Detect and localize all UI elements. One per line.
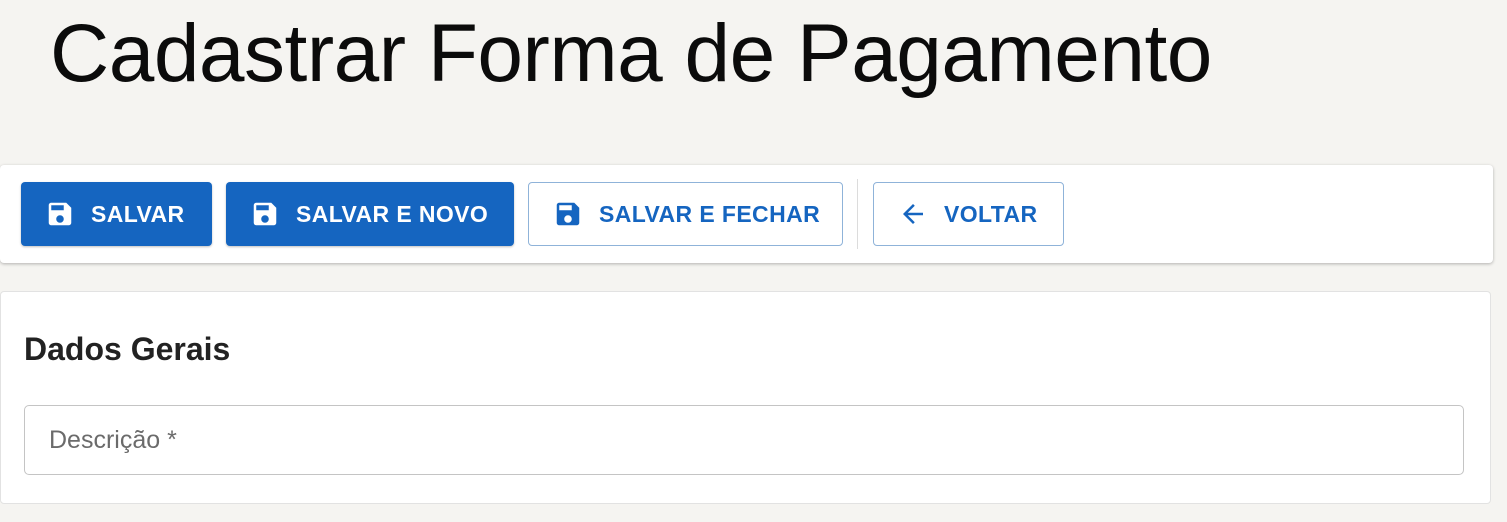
save-icon — [553, 199, 583, 229]
section-title: Dados Gerais — [24, 331, 231, 367]
page-title: Cadastrar Forma de Pagamento — [50, 8, 1212, 99]
toolbar-divider — [857, 179, 858, 249]
action-toolbar: SALVAR SALVAR E NOVO SALVAR E FECHAR VOL… — [0, 165, 1493, 263]
description-field — [24, 405, 1464, 475]
save-and-close-button-label: SALVAR E FECHAR — [599, 200, 821, 227]
save-icon — [45, 199, 75, 229]
save-button-label: SALVAR — [91, 200, 185, 227]
save-and-close-button[interactable]: SALVAR E FECHAR — [528, 182, 843, 246]
back-button[interactable]: VOLTAR — [873, 182, 1064, 246]
save-and-new-button-label: SALVAR E NOVO — [296, 200, 489, 227]
general-data-card: Dados Gerais — [0, 291, 1491, 504]
description-input[interactable] — [25, 406, 1463, 474]
arrow-left-icon — [898, 199, 928, 229]
save-button[interactable]: SALVAR — [21, 182, 212, 246]
save-icon — [250, 199, 280, 229]
back-button-label: VOLTAR — [944, 200, 1038, 227]
save-and-new-button[interactable]: SALVAR E NOVO — [226, 182, 514, 246]
